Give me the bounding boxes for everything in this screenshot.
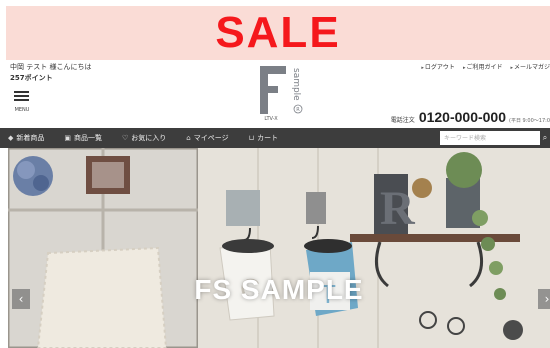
chevron-right-icon: › xyxy=(544,292,550,306)
user-greeting: 中岡 テスト 様こんにちは xyxy=(10,63,92,71)
logo-mark: sample R xyxy=(260,66,303,114)
newsletter-link[interactable]: メールマガジ xyxy=(510,62,550,71)
phone-hours: (平日 9:00〜17:0 xyxy=(509,118,550,124)
slide-next-button[interactable]: › xyxy=(538,289,550,309)
sale-banner[interactable]: SALE xyxy=(6,6,550,60)
star-icon: ◆ xyxy=(8,134,14,142)
nav-favorites[interactable]: ♡ お気に入り xyxy=(122,133,166,143)
phone-order: 電話注文 0120-000-000 (平日 9:00〜17:0 xyxy=(391,109,550,125)
hero-caption: FS SAMPLE xyxy=(194,274,364,305)
nav-label: カート xyxy=(257,134,279,142)
nav-label: お気に入り xyxy=(131,134,167,142)
slide-prev-button[interactable]: ‹ xyxy=(12,289,30,309)
menu-label: MENU xyxy=(14,107,30,113)
nav-cart[interactable]: ⊔ カート xyxy=(249,133,278,143)
home-icon: ⌂ xyxy=(186,134,191,142)
nav-new-items[interactable]: ◆ 新着商品 xyxy=(8,133,44,143)
site-logo[interactable]: sample R LTV-X xyxy=(258,64,306,126)
global-nav: ◆ 新着商品 ▣ 商品一覧 ♡ お気に入り ⌂ マイページ ⊔ カート ⌕ xyxy=(0,128,550,148)
hamburger-icon xyxy=(14,91,29,93)
heart-icon: ♡ xyxy=(122,134,129,142)
phone-label: 電話注文 xyxy=(390,117,415,124)
top-links: ログアウト ご利用ガイド メールマガジ xyxy=(421,62,550,71)
sale-text: SALE xyxy=(215,8,341,57)
svg-text:sample: sample xyxy=(291,68,301,101)
hamburger-icon-bar xyxy=(14,95,29,97)
search-icon[interactable]: ⌕ xyxy=(540,131,550,145)
svg-text:R: R xyxy=(296,107,300,113)
hero-image: C T R xyxy=(8,148,550,348)
points-balance: 257ポイント xyxy=(10,74,53,82)
nav-label: 新着商品 xyxy=(16,134,45,142)
guide-link[interactable]: ご利用ガイド xyxy=(463,62,502,71)
svg-text:R: R xyxy=(380,182,416,235)
nav-label: 商品一覧 xyxy=(74,134,103,142)
hamburger-icon-bar xyxy=(14,99,29,101)
logo-subtitle: LTV-X xyxy=(264,116,278,122)
site-header: 中岡 テスト 様こんにちは 257ポイント MENU sample R LTV-… xyxy=(0,60,550,128)
chevron-left-icon: ‹ xyxy=(18,292,24,306)
menu-button[interactable]: MENU xyxy=(13,89,31,113)
nav-label: マイページ xyxy=(193,134,229,142)
cart-icon: ⊔ xyxy=(248,134,255,142)
hero-slider[interactable]: C T R FS SAMPLE ‹ › xyxy=(8,148,550,348)
search-box: ⌕ xyxy=(440,131,550,145)
logout-link[interactable]: ログアウト xyxy=(421,62,455,71)
nav-product-list[interactable]: ▣ 商品一覧 xyxy=(64,133,102,143)
search-input[interactable] xyxy=(440,131,540,145)
bag-icon: ▣ xyxy=(64,134,72,142)
nav-mypage[interactable]: ⌂ マイページ xyxy=(186,133,228,143)
phone-number[interactable]: 0120-000-000 xyxy=(419,109,506,125)
